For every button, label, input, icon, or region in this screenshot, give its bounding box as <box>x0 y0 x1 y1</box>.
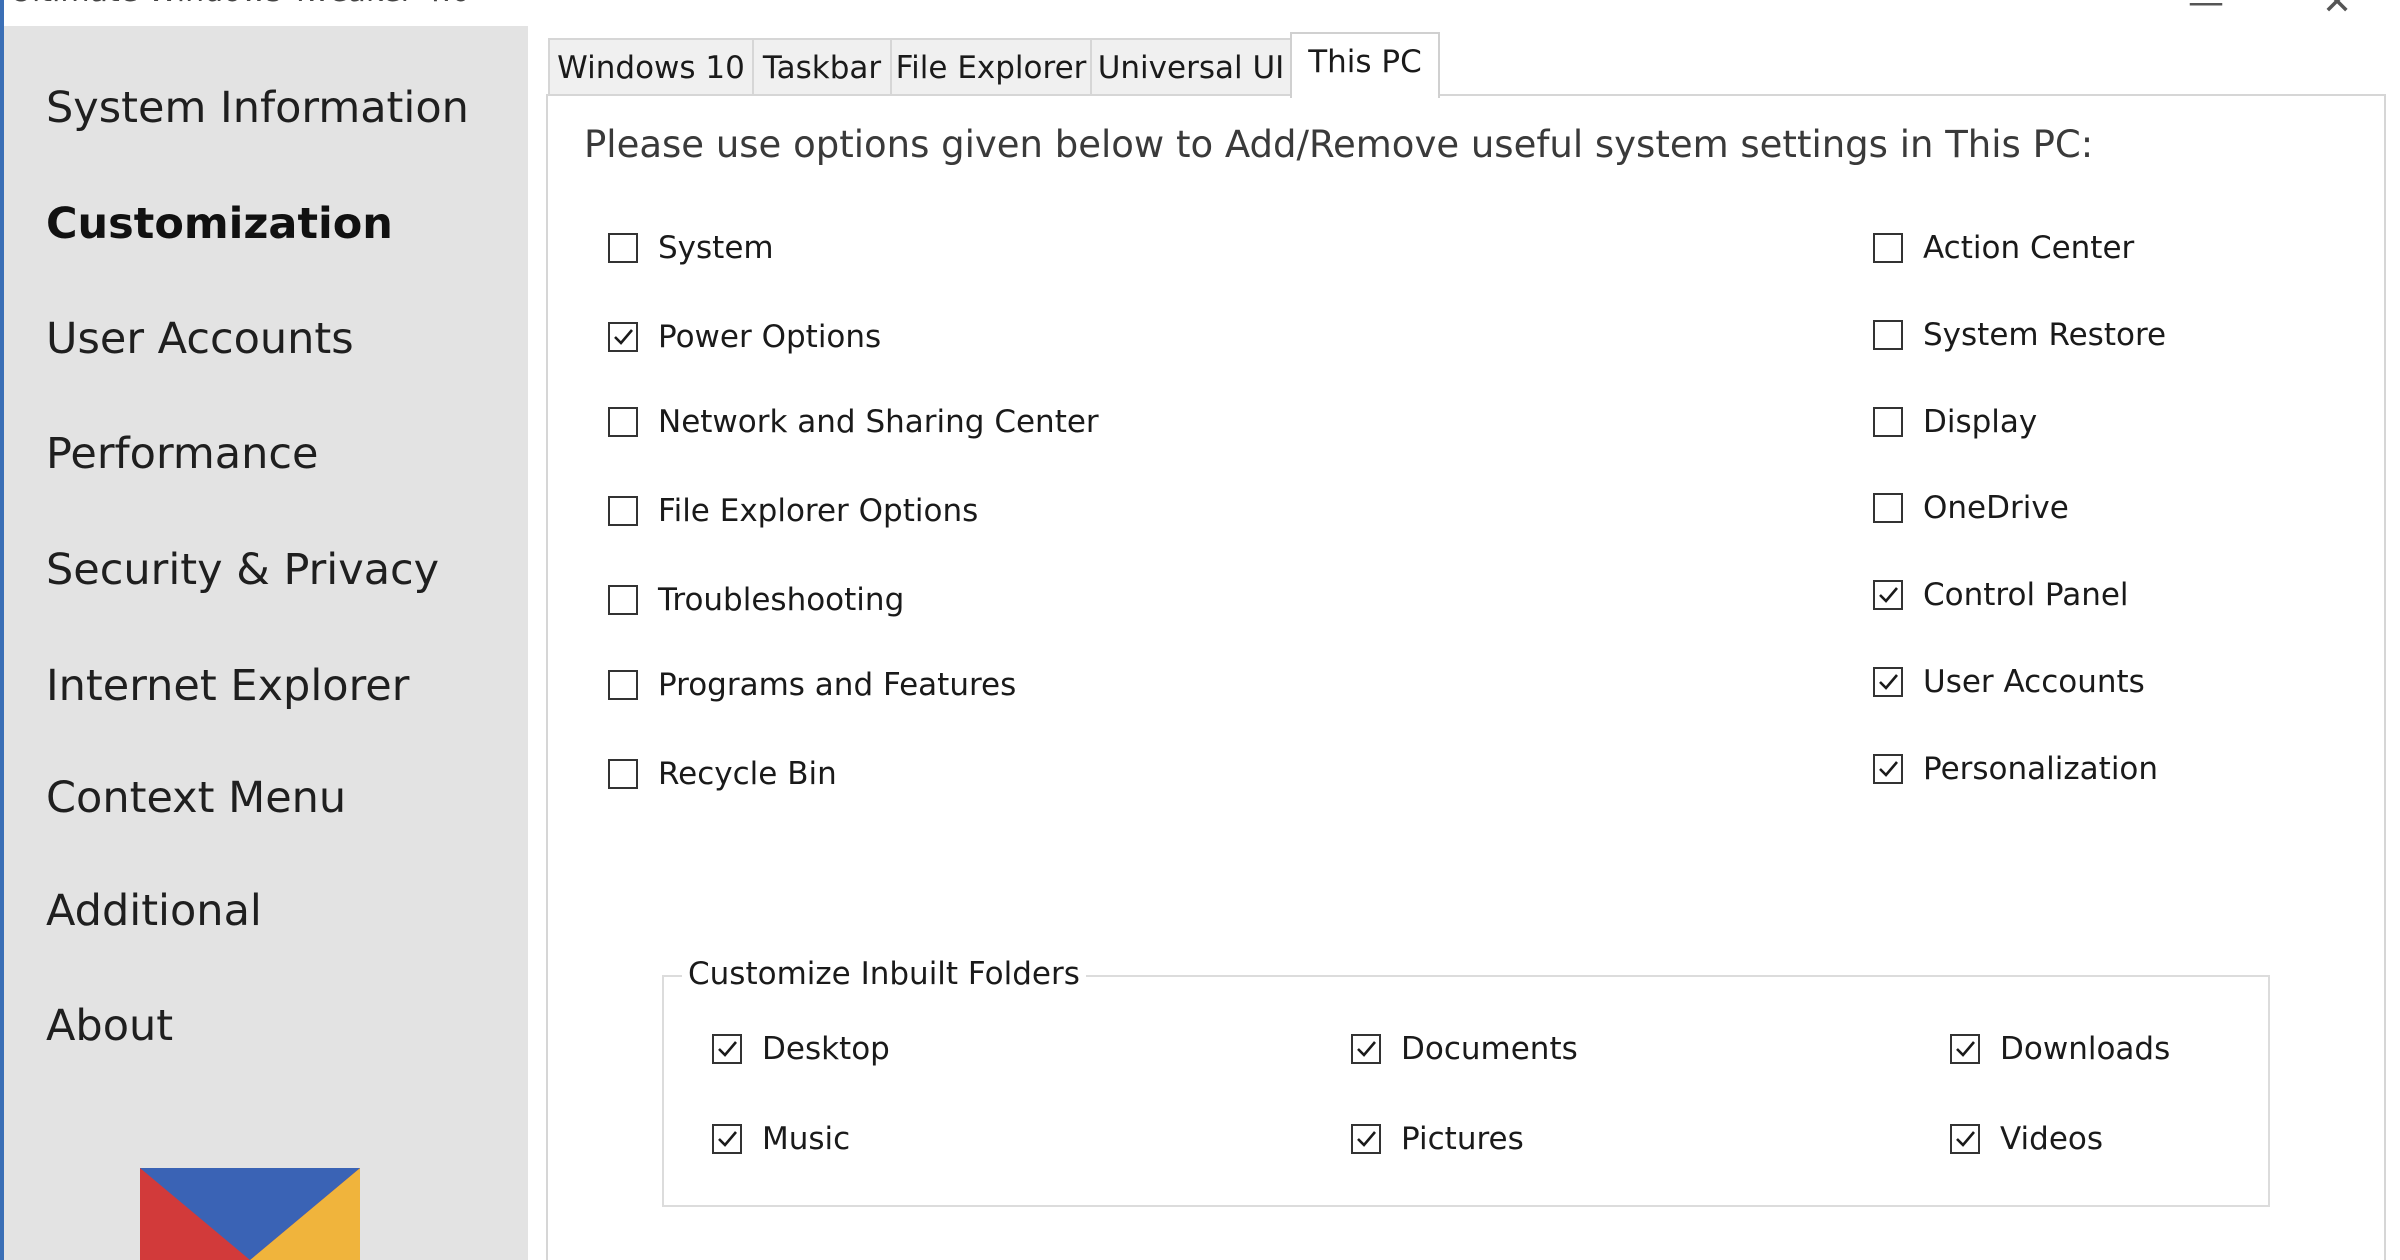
folder-desktop[interactable]: Desktop <box>712 1029 890 1069</box>
folder-downloads[interactable]: Downloads <box>1950 1029 2170 1069</box>
instruction-text: Please use options given below to Add/Re… <box>584 123 2094 166</box>
tab-this-pc[interactable]: This PC <box>1290 32 1440 98</box>
checkbox[interactable] <box>712 1034 742 1064</box>
checkbox[interactable] <box>1873 407 1903 437</box>
checkbox[interactable] <box>1873 233 1903 263</box>
option-recycle-bin[interactable]: Recycle Bin <box>608 754 837 794</box>
checkbox[interactable] <box>1351 1034 1381 1064</box>
option-label: Videos <box>2000 1121 2104 1157</box>
window-title: Ultimate Windows Tweaker 4.0 <box>10 0 470 9</box>
checkbox[interactable] <box>1950 1124 1980 1154</box>
option-label: Display <box>1923 404 2038 440</box>
option-network-sharing-center[interactable]: Network and Sharing Center <box>608 402 1099 442</box>
checkbox[interactable] <box>1351 1124 1381 1154</box>
sidebar-item-performance[interactable]: Performance <box>46 427 319 481</box>
checkbox[interactable] <box>608 407 638 437</box>
option-onedrive[interactable]: OneDrive <box>1873 488 2069 528</box>
checkbox[interactable] <box>1950 1034 1980 1064</box>
inbuilt-folders-title: Customize Inbuilt Folders <box>682 954 1086 994</box>
check-icon <box>1357 1041 1376 1057</box>
option-control-panel[interactable]: Control Panel <box>1873 575 2129 615</box>
option-label: Music <box>762 1121 851 1157</box>
option-label: Action Center <box>1923 230 2135 266</box>
app-logo-icon <box>140 1168 360 1260</box>
checkbox[interactable] <box>608 322 638 352</box>
tab-taskbar[interactable]: Taskbar <box>752 38 892 96</box>
folder-pictures[interactable]: Pictures <box>1351 1119 1524 1159</box>
option-label: Network and Sharing Center <box>658 404 1099 440</box>
checkbox[interactable] <box>608 759 638 789</box>
sidebar-item-about[interactable]: About <box>46 999 173 1053</box>
check-icon <box>1956 1041 1975 1057</box>
sidebar-item-internet-explorer[interactable]: Internet Explorer <box>46 659 409 713</box>
folder-videos[interactable]: Videos <box>1950 1119 2103 1159</box>
option-label: Personalization <box>1923 751 2159 787</box>
sidebar-item-user-accounts[interactable]: User Accounts <box>46 312 354 366</box>
folder-music[interactable]: Music <box>712 1119 850 1159</box>
option-label: Recycle Bin <box>658 756 837 792</box>
checkbox[interactable] <box>1873 580 1903 610</box>
tab-universal-ui[interactable]: Universal UI <box>1090 38 1292 96</box>
option-label: Desktop <box>762 1031 890 1067</box>
check-icon <box>1357 1131 1376 1147</box>
checkbox[interactable] <box>1873 320 1903 350</box>
check-icon <box>718 1131 737 1147</box>
sidebar: System Information Customization User Ac… <box>4 26 528 1260</box>
option-label: Pictures <box>1401 1121 1524 1157</box>
option-label: System Restore <box>1923 317 2167 353</box>
check-icon <box>1879 674 1898 690</box>
option-system[interactable]: System <box>608 228 774 268</box>
tab-file-explorer[interactable]: File Explorer <box>890 38 1092 96</box>
check-icon <box>1879 587 1898 603</box>
option-programs-features[interactable]: Programs and Features <box>608 665 1016 705</box>
option-personalization[interactable]: Personalization <box>1873 749 2158 789</box>
option-file-explorer-options[interactable]: File Explorer Options <box>608 491 978 531</box>
check-icon <box>1956 1131 1975 1147</box>
sidebar-item-system-information[interactable]: System Information <box>46 81 469 135</box>
option-label: User Accounts <box>1923 664 2145 700</box>
close-icon[interactable]: ✕ <box>2322 0 2352 23</box>
option-display[interactable]: Display <box>1873 402 2037 442</box>
checkbox[interactable] <box>1873 667 1903 697</box>
inbuilt-folders-groupbox <box>662 975 2270 1207</box>
option-label: OneDrive <box>1923 490 2069 526</box>
folder-documents[interactable]: Documents <box>1351 1029 1578 1069</box>
minimize-icon[interactable]: — <box>2188 0 2224 23</box>
option-label: Control Panel <box>1923 577 2129 613</box>
option-user-accounts[interactable]: User Accounts <box>1873 662 2145 702</box>
sidebar-item-additional[interactable]: Additional <box>46 884 262 938</box>
option-label: Troubleshooting <box>658 582 905 618</box>
checkbox[interactable] <box>712 1124 742 1154</box>
tab-windows-10[interactable]: Windows 10 <box>548 38 754 96</box>
option-label: Downloads <box>2000 1031 2171 1067</box>
option-label: Documents <box>1401 1031 1578 1067</box>
checkbox[interactable] <box>1873 754 1903 784</box>
checkbox[interactable] <box>608 585 638 615</box>
sidebar-item-context-menu[interactable]: Context Menu <box>46 771 346 825</box>
check-icon <box>1879 761 1898 777</box>
option-system-restore[interactable]: System Restore <box>1873 315 2166 355</box>
option-label: File Explorer Options <box>658 493 979 529</box>
checkbox[interactable] <box>608 233 638 263</box>
checkbox[interactable] <box>608 496 638 526</box>
option-action-center[interactable]: Action Center <box>1873 228 2134 268</box>
check-icon <box>614 329 633 345</box>
sidebar-item-security-privacy[interactable]: Security & Privacy <box>46 543 439 597</box>
checkbox[interactable] <box>1873 493 1903 523</box>
option-power-options[interactable]: Power Options <box>608 317 881 357</box>
option-label: Programs and Features <box>658 667 1017 703</box>
check-icon <box>718 1041 737 1057</box>
sidebar-item-customization[interactable]: Customization <box>46 197 393 251</box>
checkbox[interactable] <box>608 670 638 700</box>
option-label: System <box>658 230 774 266</box>
option-label: Power Options <box>658 319 882 355</box>
app-window: Ultimate Windows Tweaker 4.0 — ✕ System … <box>0 0 2400 1260</box>
option-troubleshooting[interactable]: Troubleshooting <box>608 580 904 620</box>
